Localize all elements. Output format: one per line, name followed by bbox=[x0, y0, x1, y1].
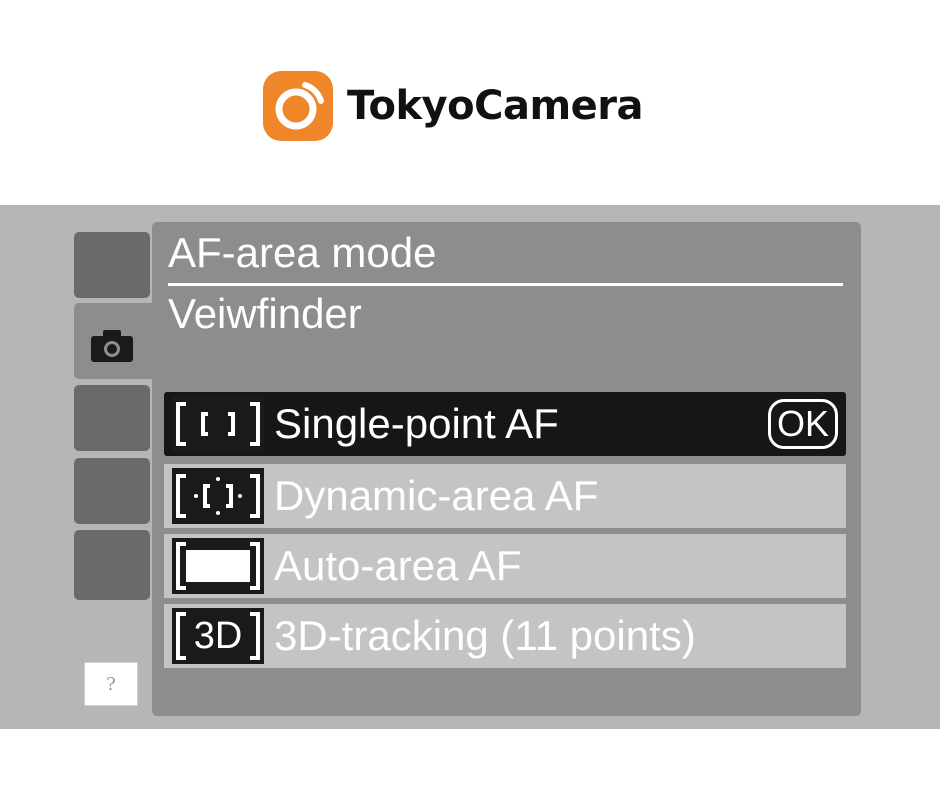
sidebar-tab-5[interactable] bbox=[74, 530, 150, 600]
sidebar-tab-1[interactable] bbox=[74, 232, 150, 298]
menu-subtitle: Veiwfinder bbox=[168, 290, 362, 337]
option-single-point-af[interactable]: Single-point AF OK bbox=[164, 392, 846, 456]
option-label: Auto-area AF bbox=[274, 542, 522, 589]
option-dynamic-area-af[interactable]: Dynamic-area AF bbox=[164, 464, 846, 528]
camera-lens-logo-icon bbox=[263, 71, 333, 141]
brand-header: TokyoCamera bbox=[263, 70, 643, 142]
camera-icon bbox=[89, 329, 135, 367]
menu-title: AF-area mode bbox=[168, 229, 437, 276]
sidebar-tab-3[interactable] bbox=[74, 385, 150, 451]
brand-name: TokyoCamera bbox=[347, 83, 643, 129]
ok-badge[interactable]: OK bbox=[768, 399, 838, 449]
3d-tracking-icon: 3D bbox=[172, 608, 264, 664]
option-label: Dynamic-area AF bbox=[274, 472, 599, 519]
dynamic-area-af-icon bbox=[172, 468, 264, 524]
title-divider bbox=[168, 283, 843, 286]
help-button[interactable]: ? bbox=[84, 662, 138, 706]
option-auto-area-af[interactable]: Auto-area AF bbox=[164, 534, 846, 598]
option-label: 3D-tracking (11 points) bbox=[274, 612, 696, 659]
single-point-af-icon bbox=[172, 396, 264, 452]
auto-area-af-icon bbox=[172, 538, 264, 594]
sidebar-tab-shooting[interactable] bbox=[74, 303, 160, 379]
sidebar-tab-4[interactable] bbox=[74, 458, 150, 524]
option-3d-tracking[interactable]: 3D 3D-tracking (11 points) bbox=[164, 604, 846, 668]
option-label: Single-point AF bbox=[274, 400, 559, 447]
